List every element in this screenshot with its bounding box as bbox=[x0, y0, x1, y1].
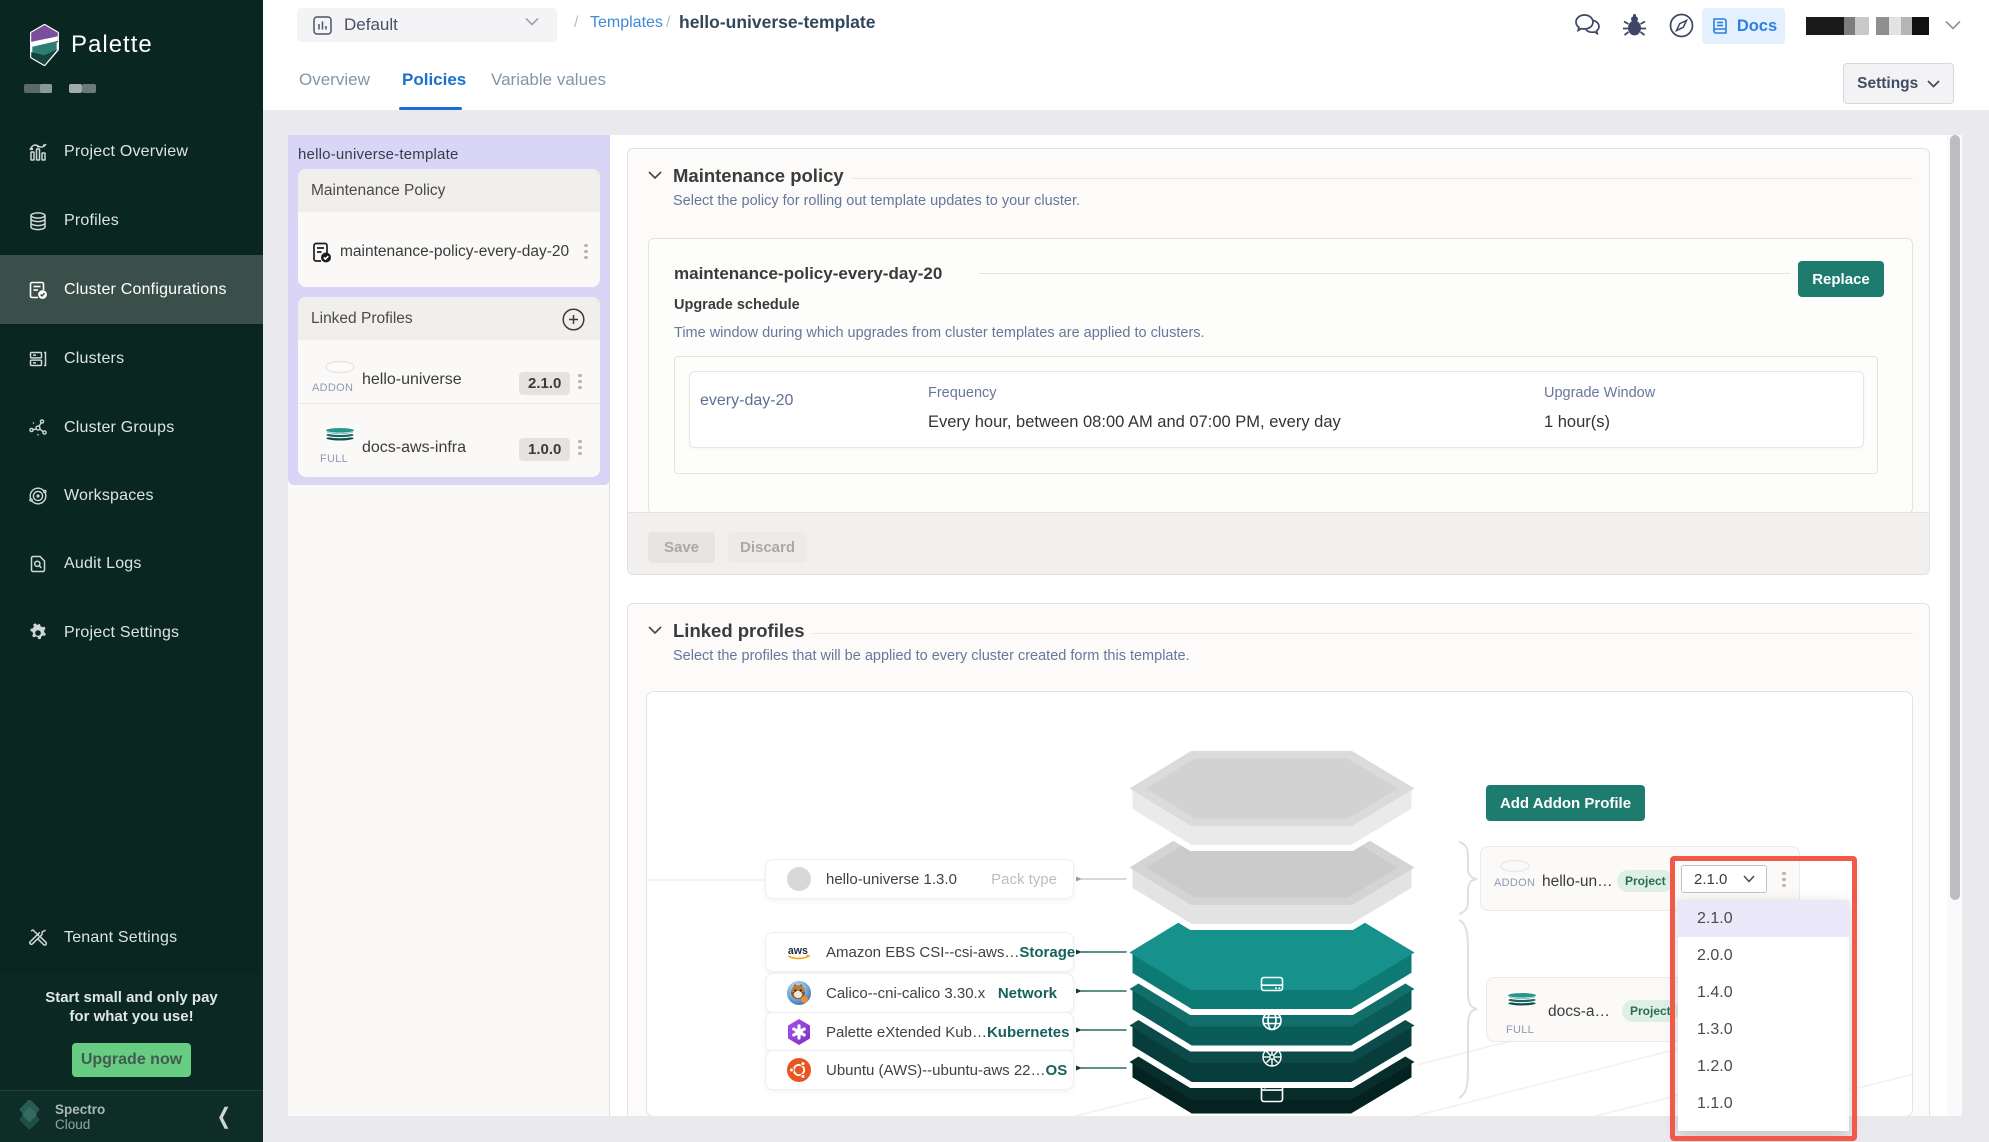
svg-text:aws: aws bbox=[788, 944, 808, 956]
